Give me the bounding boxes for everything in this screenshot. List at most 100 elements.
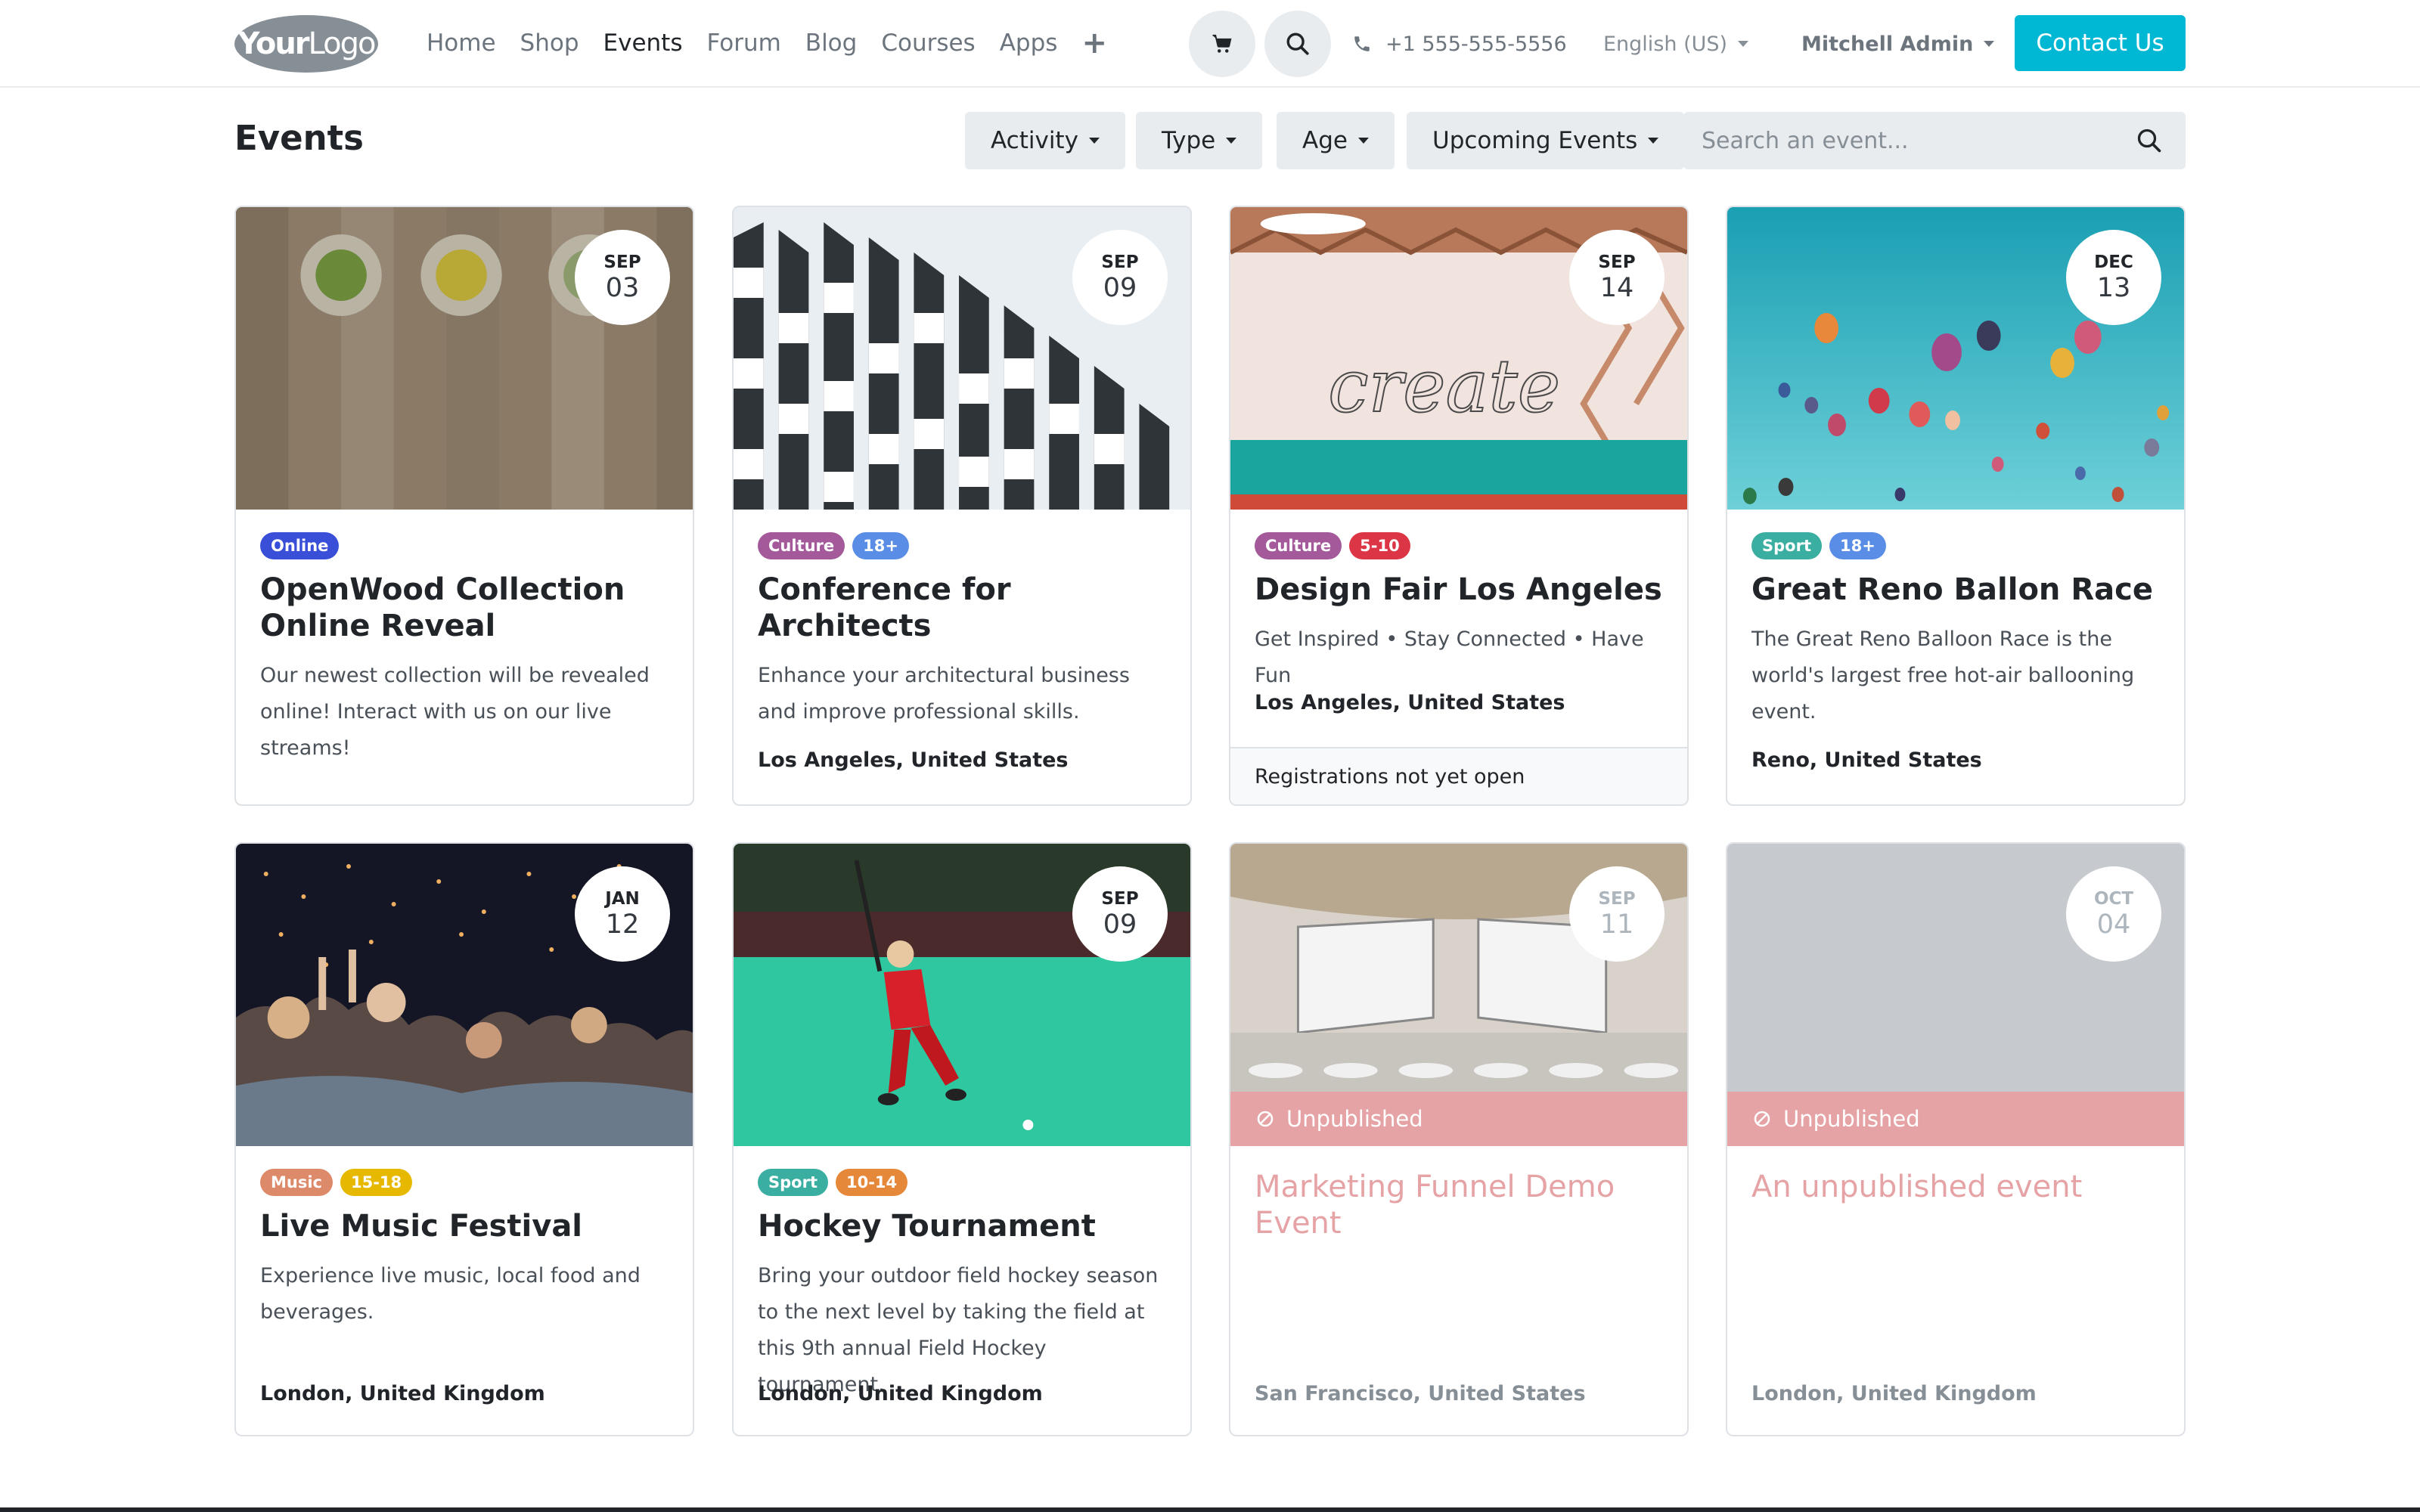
tag-badge: Sport (1751, 532, 1822, 559)
ban-icon (1754, 1111, 1770, 1127)
event-card[interactable]: OCT 04 Unpublished An unpublished event … (1726, 842, 2186, 1436)
event-title[interactable]: OpenWood Collection Online Reveal (260, 572, 669, 644)
event-location: London, United Kingdom (260, 1382, 545, 1405)
registration-status: Registrations not yet open (1230, 747, 1687, 804)
event-title[interactable]: Design Fair Los Angeles (1255, 572, 1663, 608)
upcoming-events-filter[interactable]: Upcoming Events (1407, 112, 1685, 169)
menu-courses[interactable]: Courses (881, 29, 975, 57)
chevron-down-icon (1088, 138, 1100, 144)
event-card-body: Music 15-18 Live Music Festival Experien… (236, 1146, 693, 1435)
language-label: English (US) (1603, 32, 1728, 56)
event-image[interactable]: SEP 09 (734, 207, 1190, 510)
activity-filter[interactable]: Activity (965, 112, 1125, 169)
user-menu[interactable]: Mitchell Admin (1801, 27, 1995, 60)
top-navbar: Your Logo Home Shop Events Forum Blog Cou… (0, 0, 2420, 88)
footer-edge (0, 1507, 2420, 1512)
event-image[interactable]: JAN 12 (236, 844, 693, 1146)
event-card[interactable]: SEP 03 Online OpenWood Collection Online… (234, 206, 694, 806)
event-date-badge: SEP 09 (1072, 866, 1168, 962)
event-day: 11 (1599, 909, 1634, 940)
ban-icon (1257, 1111, 1274, 1127)
event-card[interactable]: SEP 09 Culture 18+ Conference for Archit… (732, 206, 1192, 806)
event-card-body: Culture 18+ Conference for Architects En… (734, 510, 1190, 804)
search-button[interactable] (1264, 11, 1331, 77)
event-description: The Great Reno Balloon Race is the world… (1751, 627, 2135, 723)
filter-label: Age (1302, 127, 1348, 154)
chevron-down-icon (1226, 138, 1237, 144)
cart-button[interactable] (1189, 11, 1255, 77)
event-title[interactable]: Marketing Funnel Demo Event (1255, 1169, 1663, 1241)
event-title[interactable]: Conference for Architects (758, 572, 1166, 644)
event-card[interactable]: DEC 13 Sport 18+ Great Reno Ballon Race … (1726, 206, 2186, 806)
event-image[interactable]: SEP 09 (734, 844, 1190, 1146)
event-title[interactable]: An unpublished event (1751, 1169, 2160, 1205)
filter-label: Type (1162, 127, 1216, 154)
event-date-badge: SEP 14 (1569, 230, 1665, 325)
age-badge: 10-14 (835, 1169, 908, 1196)
event-title[interactable]: Live Music Festival (260, 1208, 669, 1244)
event-description: Get Inspired • Stay Connected • Have Fun (1255, 627, 1644, 687)
phone-link[interactable]: +1 555-555-5556 (1352, 27, 1567, 60)
event-month: SEP (1101, 888, 1139, 909)
menu-forum[interactable]: Forum (707, 29, 781, 57)
event-image[interactable]: DEC 13 (1727, 207, 2184, 510)
chevron-down-icon (1357, 138, 1369, 144)
event-search-input[interactable] (1702, 127, 2125, 154)
add-menu-icon[interactable]: + (1081, 28, 1107, 58)
event-day: 09 (1103, 909, 1137, 940)
menu-events[interactable]: Events (603, 29, 683, 57)
site-logo[interactable]: Your Logo (234, 15, 378, 73)
event-image[interactable]: create SEP 14 (1230, 207, 1687, 510)
type-filter[interactable]: Type (1136, 112, 1263, 169)
event-image-placeholder[interactable]: OCT 04 Unpublished (1727, 844, 2184, 1146)
event-month: SEP (1598, 888, 1636, 909)
event-card[interactable]: SEP 11 Unpublished Marketing Funnel Demo… (1229, 842, 1689, 1436)
filter-label: Activity (991, 127, 1078, 154)
event-card[interactable]: JAN 12 Music 15-18 Live Music Festival E… (234, 842, 694, 1436)
main-menu: Home Shop Events Forum Blog Courses Apps… (427, 0, 1107, 86)
age-filter[interactable]: Age (1277, 112, 1395, 169)
event-month: SEP (603, 252, 641, 272)
event-location: Los Angeles, United States (758, 748, 1069, 772)
event-location: Reno, United States (1751, 748, 1982, 772)
age-badge: 15-18 (340, 1169, 413, 1196)
tag-badge: Music (260, 1169, 333, 1196)
event-card[interactable]: create SEP 14 Culture 5-10 Design Fair L… (1229, 206, 1689, 806)
logo-text-bold: Your (237, 26, 310, 61)
menu-blog[interactable]: Blog (805, 29, 858, 57)
logo-text-thin: Logo (308, 26, 377, 61)
menu-apps[interactable]: Apps (1000, 29, 1058, 57)
menu-shop[interactable]: Shop (520, 29, 579, 57)
event-day: 12 (605, 909, 640, 940)
event-date-badge: SEP 11 (1569, 866, 1665, 962)
event-day: 04 (2096, 909, 2131, 940)
event-month: SEP (1598, 252, 1636, 272)
event-image[interactable]: SEP 03 (236, 207, 693, 510)
event-description: Enhance your architectural business and … (758, 664, 1130, 723)
age-badge: 5-10 (1349, 532, 1410, 559)
search-icon (1286, 33, 1309, 55)
event-day: 03 (605, 272, 640, 303)
contact-us-button[interactable]: Contact Us (2015, 15, 2186, 71)
event-title[interactable]: Great Reno Ballon Race (1751, 572, 2160, 608)
page-title: Events (234, 118, 364, 158)
event-location: San Francisco, United States (1255, 1382, 1586, 1405)
event-date-badge: JAN 12 (575, 866, 670, 962)
event-image[interactable]: SEP 11 Unpublished (1230, 844, 1687, 1146)
user-name: Mitchell Admin (1801, 32, 1974, 56)
menu-home[interactable]: Home (427, 29, 496, 57)
unpublished-banner: Unpublished (1727, 1092, 2184, 1146)
age-badge: 18+ (1829, 532, 1886, 559)
event-card-body: Sport 10-14 Hockey Tournament Bring your… (734, 1146, 1190, 1435)
language-selector[interactable]: English (US) (1603, 27, 1749, 60)
event-title[interactable]: Hockey Tournament (758, 1208, 1166, 1244)
wall-lettering: create (1328, 344, 1560, 429)
chevron-down-icon (1648, 138, 1659, 144)
age-badge: 18+ (852, 532, 909, 559)
event-card[interactable]: SEP 09 Sport 10-14 Hockey Tournament Bri… (732, 842, 1192, 1436)
event-day: 14 (1599, 272, 1634, 303)
event-description: Experience live music, local food and be… (260, 1264, 641, 1324)
event-month: JAN (605, 888, 640, 909)
event-day: 09 (1103, 272, 1137, 303)
search-icon[interactable] (2136, 127, 2163, 154)
